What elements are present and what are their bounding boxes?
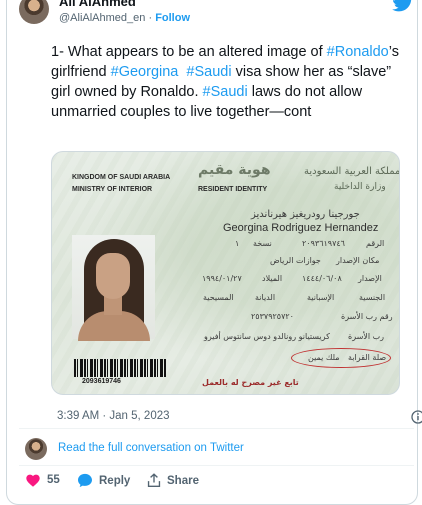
portrait-face [96,253,130,299]
holder-name-english: Georgina Rodriguez Hernandez [223,222,379,234]
head-of-family-name: كريستيانو رونالدو دوس سانتوس أفيرو [204,332,330,341]
family-number: ٢٥٣٧٩٢٥٧٢٠ [251,312,294,321]
copy-label: نسخة [253,239,272,248]
reply-label: Reply [99,474,131,487]
hashtag-ronaldo[interactable]: #Ronaldo [327,44,389,60]
heart-icon [26,474,40,487]
work-note: تابع غير مصرح له بالعمل [202,378,299,387]
tweet-timestamp[interactable]: 3:39 AM · Jan 5, 2023 [57,410,170,422]
barcode [74,359,166,377]
tweet-card: Ali AlAhmed @AliAlAhmed_en · Follow 1- W… [6,0,422,505]
follow-button[interactable]: Follow [155,12,190,24]
tweet-text: 1- What appears to be an altered image o… [51,42,406,122]
issue-place-label: مكان الإصدار [336,256,380,265]
reply-bubble-icon [78,473,92,488]
share-button[interactable]: Share [147,473,199,488]
religion-label: الديانة [255,293,276,302]
hashtag-saudi[interactable]: #Saudi [186,64,231,80]
avatar[interactable] [19,0,49,24]
head-of-family-label: رب الأسرة [348,332,385,341]
action-bar: 55 Reply Share [19,473,399,493]
issue-label: الإصدار [358,274,382,283]
share-label: Share [167,474,199,487]
divider [19,465,414,466]
share-icon [147,473,161,487]
ministry-arabic: وزارة الداخلية [334,182,386,192]
birth-date: ١٩٩٤/٠١/٢٧ [202,274,242,283]
kingdom-arabic: المملكة العربية السعودية [304,166,400,177]
author-name[interactable]: Ali AlAhmed [59,0,136,9]
id-portrait [72,235,155,341]
holder-name-arabic: جورجينا رودريغيز هيرنانديز [251,209,360,220]
id-number: ٢٠٩٣٦١٩٧٤٦ [302,239,345,248]
red-highlight-circle [291,348,391,368]
issue-date: ١٤٤٤/٠٦/٠٨ [302,274,342,283]
conversation-avatar[interactable] [25,438,47,460]
resident-identity-arabic: هوية مقيم [198,162,271,178]
read-conversation-link[interactable]: Read the full conversation on Twitter [58,442,244,454]
separator: · [148,12,153,24]
resident-identity-label: RESIDENT IDENTITY [198,186,268,193]
family-number-label: رقم رب الأسرة [341,312,393,321]
author-handle-line: @AliAlAhmed_en · Follow [59,12,190,24]
attached-photo[interactable]: KINGDOM OF SAUDI ARABIA MINISTRY OF INTE… [51,151,400,395]
copy-value: ١ [235,239,240,248]
hashtag-saudi[interactable]: #Saudi [203,84,248,100]
birth-label: الميلاد [262,274,283,283]
nationality-label: الجنسية [359,293,386,302]
twitter-bird-icon[interactable] [392,0,414,12]
like-button[interactable]: 55 [25,473,60,487]
reply-button[interactable]: Reply [77,473,130,488]
id-number-label: الرقم [366,239,385,248]
religion: المسيحية [203,293,234,302]
barcode-number: 2093619746 [82,378,121,385]
like-count: 55 [47,474,60,486]
ministry-label: MINISTRY OF INTERIOR [72,186,153,193]
tweet-header: Ali AlAhmed @AliAlAhmed_en · Follow [19,0,414,28]
divider [19,428,414,429]
nationality: الإسبانية [307,293,335,302]
tweet-text-part: 1- What appears to be an altered image o… [51,44,327,60]
issue-place: جوازات الرياض [270,256,321,265]
info-icon[interactable] [411,410,422,424]
kingdom-label: KINGDOM OF SAUDI ARABIA [72,174,171,181]
author-handle[interactable]: @AliAlAhmed_en [59,12,145,24]
hashtag-georgina[interactable]: #Georgina [111,64,179,80]
